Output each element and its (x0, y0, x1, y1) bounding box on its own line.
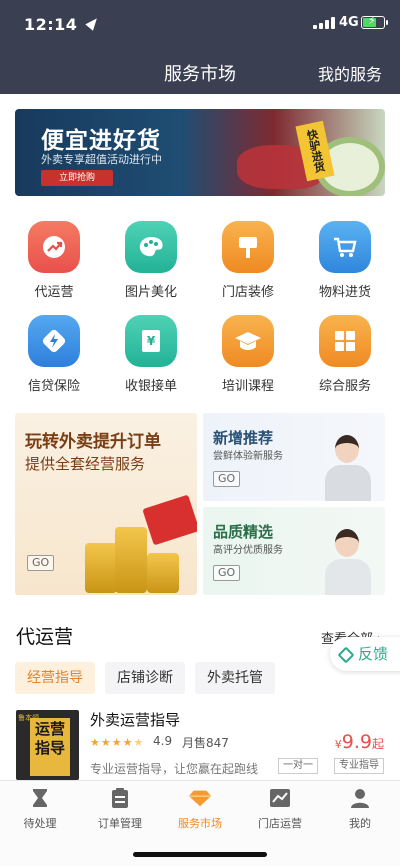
product-rating: 4.9 (153, 734, 173, 748)
grid-item-label: 培训课程 (221, 379, 274, 394)
tabbar-label: 订单管理 (98, 817, 142, 830)
tabbar-label: 门店运营 (258, 817, 302, 830)
battery-icon: ⚡ (361, 14, 388, 29)
cart-icon (319, 221, 371, 273)
promo-new-subtitle: 尝鲜体验新服务 (213, 451, 283, 462)
product-name: 外卖运营指导 (90, 711, 181, 729)
section-title: 代运营 (16, 626, 74, 648)
feedback-label: 反馈 (358, 645, 389, 663)
promo-main-go-button[interactable]: GO (27, 555, 55, 571)
promo-main-title: 玩转外卖提升订单 (25, 432, 161, 452)
promo-quality-subtitle: 高评分优质服务 (213, 545, 283, 556)
svg-text:¥: ¥ (147, 334, 156, 348)
graduation-cap-icon (222, 315, 274, 367)
promo-main-subtitle: 提供全套经营服务 (25, 455, 146, 473)
home-indicator[interactable] (133, 852, 267, 857)
product-price: ¥9.9起 (335, 731, 384, 753)
woman-image (325, 431, 371, 501)
promo-new-title: 新增推荐 (213, 429, 274, 447)
promo-card-new[interactable]: 新增推荐 尝鲜体验新服务 GO (203, 413, 385, 501)
person-icon (348, 787, 372, 809)
grid-item-label: 代运营 (34, 285, 74, 300)
promo-banner[interactable]: 便宜进好货 外卖专享超值活动进行中 立即抢购 快驴进货 (15, 109, 385, 196)
tab-delivery-hosting[interactable]: 外卖托管 (195, 662, 275, 694)
tabbar-label: 待处理 (23, 817, 57, 830)
price-currency: ¥ (334, 738, 342, 751)
grid-item-cashier[interactable]: ¥ 收银接单 (111, 315, 191, 394)
grid-item-supplies[interactable]: 物料进货 (305, 221, 385, 300)
banner-subtitle: 外卖专享超值活动进行中 (41, 153, 162, 166)
feedback-button[interactable]: 反馈 (330, 637, 400, 671)
promo-card-main[interactable]: 玩转外卖提升订单 提供全套经营服务 GO (15, 413, 197, 595)
product-image: 鲁本领 运营指导 (16, 710, 79, 780)
yen-receipt-icon: ¥ (125, 315, 177, 367)
promo-card-quality[interactable]: 品质精选 高评分优质服务 GO (203, 507, 385, 595)
grid-item-label: 信贷保险 (27, 379, 80, 394)
price-unit: 起 (371, 737, 384, 751)
diamond-icon (188, 787, 212, 809)
tabbar-label: 我的 (349, 817, 371, 830)
promo-new-go-button[interactable]: GO (213, 471, 241, 487)
app-root: 12:14 4G ⚡ 服务市场 我的服务 便宜进好货 外卖专享超值活动进行中 立… (0, 0, 400, 866)
banner-title: 便宜进好货 (41, 128, 161, 154)
grid-item-decoration[interactable]: 门店装修 (208, 221, 288, 300)
status-time: 12:14 (24, 15, 78, 34)
tab-store-diagnosis[interactable]: 店铺诊断 (105, 662, 185, 694)
tabbar-item-me[interactable]: 我的 (320, 787, 400, 831)
grid-item-photo[interactable]: 图片美化 (111, 221, 191, 300)
product-tag: 一对一 (278, 758, 318, 774)
service-grid: 代运营 图片美化 门店装修 物料进货 信贷保险 ¥ 收银接单 培训课程 综合服务 (0, 218, 400, 396)
product-image-text: 运营指导 (30, 718, 70, 776)
clipboard-icon (108, 787, 132, 809)
header: 12:14 4G ⚡ 服务市场 我的服务 (0, 0, 400, 94)
tabbar-item-orders[interactable]: 订单管理 (80, 787, 160, 831)
trend-up-icon (28, 221, 80, 273)
chart-icon (268, 787, 292, 809)
tabbar-item-market[interactable]: 服务市场 (160, 787, 240, 831)
tabbar-label: 服务市场 (178, 817, 222, 830)
product-sold: 月售847 (182, 736, 229, 750)
grid-icon (319, 315, 371, 367)
grid-item-label: 综合服务 (318, 379, 371, 394)
promo-quality-title: 品质精选 (213, 523, 274, 541)
tabbar-item-store[interactable]: 门店运营 (240, 787, 320, 831)
grid-item-training[interactable]: 培训课程 (208, 315, 288, 394)
my-services-link[interactable]: 我的服务 (318, 61, 382, 85)
price-value: 9.9 (341, 731, 372, 753)
star-rating-icon: ★★★★★ (90, 736, 145, 749)
product-card[interactable]: 鲁本领 运营指导 外卖运营指导 ★★★★★ 4.9 月售847 专业运营指导，让… (0, 706, 400, 780)
grid-item-label: 图片美化 (124, 285, 177, 300)
status-bar: 12:14 4G ⚡ (0, 0, 400, 48)
hourglass-icon (28, 787, 52, 809)
promo-quality-go-button[interactable]: GO (213, 565, 241, 581)
lightning-shield-icon (28, 315, 80, 367)
grid-item-label: 收银接单 (124, 379, 177, 394)
grid-item-general[interactable]: 综合服务 (305, 315, 385, 394)
grid-item-label: 门店装修 (221, 285, 274, 300)
signal-icon (313, 17, 335, 29)
location-arrow-icon (85, 15, 101, 31)
tab-operation-guide[interactable]: 经营指导 (15, 662, 95, 694)
product-description: 专业运营指导，让您赢在起跑线 (90, 762, 259, 776)
grid-item-credit[interactable]: 信贷保险 (14, 315, 94, 394)
grid-item-operation[interactable]: 代运营 (14, 221, 94, 300)
pencil-icon (337, 646, 355, 664)
grid-item-label: 物料进货 (318, 285, 371, 300)
palette-icon (125, 221, 177, 273)
network-type: 4G (339, 15, 359, 30)
paint-brush-icon (222, 221, 274, 273)
man-image (325, 525, 371, 595)
banner-buy-button[interactable]: 立即抢购 (41, 170, 113, 186)
tabbar-item-pending[interactable]: 待处理 (0, 787, 80, 831)
product-tag: 专业指导 (334, 758, 384, 774)
